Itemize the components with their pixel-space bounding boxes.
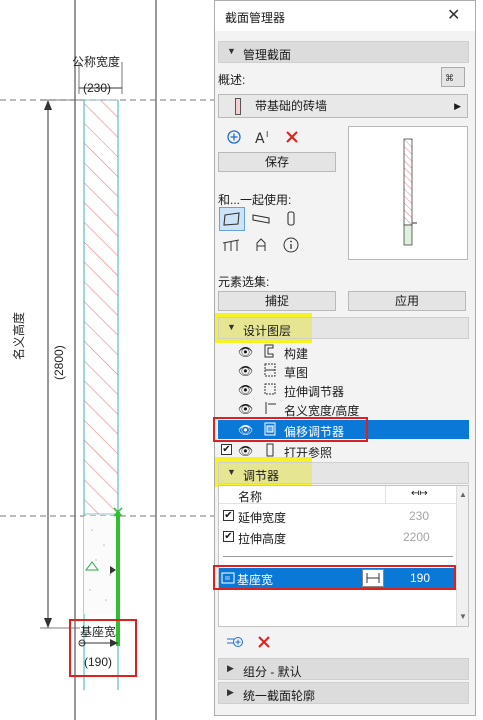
- base-width-row-highlight: [213, 565, 456, 590]
- svg-text:A: A: [255, 131, 265, 145]
- row-checkbox[interactable]: ✔: [223, 510, 234, 521]
- width-arrows-icon: ↤↦: [411, 488, 428, 499]
- base-width-highlight: [69, 619, 137, 677]
- expand-arrow-icon: ▶: [227, 687, 234, 697]
- profile-name: 带基础的砖墙: [255, 99, 328, 113]
- nominal-height-label: 名义高度: [12, 311, 26, 360]
- scroll-up-icon[interactable]: ▲: [459, 490, 467, 499]
- footing-body: [84, 516, 118, 614]
- collapse-arrow-icon: ▼: [227, 467, 236, 477]
- section-component-default[interactable]: ▶ 组分 - 默认: [218, 658, 469, 680]
- save-button[interactable]: 保存: [218, 152, 336, 172]
- railing-tool-icon[interactable]: [221, 235, 241, 255]
- column-tool-icon[interactable]: [281, 209, 301, 229]
- nominal-width-label: 公称宽度: [72, 55, 121, 69]
- expand-arrow-icon: ▶: [227, 663, 234, 673]
- profile-manager-panel: 截面管理器 ✕ ▼ 管理截面 概述: ⌘ 带基础的砖墙 ▶ AI 保存 和...…: [213, 0, 476, 716]
- eye-icon[interactable]: 👁: [238, 364, 253, 378]
- section-modifiers[interactable]: ▼ 调节器: [218, 462, 469, 484]
- svg-text:I: I: [266, 130, 268, 139]
- table-row[interactable]: ✔ 延伸宽度 230: [219, 506, 457, 526]
- add-modifier-icon[interactable]: [225, 633, 245, 651]
- nominal-width-value: (230): [83, 81, 112, 95]
- eye-icon[interactable]: 👁: [238, 383, 253, 397]
- info-icon[interactable]: [281, 235, 301, 255]
- capture-button[interactable]: 捕捉: [218, 291, 336, 311]
- profile-drawing-canvas[interactable]: 公称宽度 (230) 名义高度 (2800) 基座宽 (190): [0, 0, 214, 720]
- nominal-height-value: (2800): [52, 345, 66, 380]
- delete-icon[interactable]: [283, 128, 301, 146]
- sketch-layer-icon: [262, 362, 278, 381]
- stretch-modifier-layer-icon: [262, 381, 278, 400]
- eye-icon[interactable]: 👁: [238, 345, 253, 359]
- object-tool-icon[interactable]: [251, 235, 271, 255]
- eye-icon[interactable]: 👁: [238, 402, 253, 416]
- apply-button[interactable]: 应用: [348, 291, 466, 311]
- wall-body: [83, 99, 119, 515]
- close-icon[interactable]: ✕: [447, 5, 460, 25]
- offset-layer-highlight: [213, 417, 368, 442]
- key-edit-icon[interactable]: ⌘: [441, 67, 465, 87]
- collapse-arrow-icon: ▼: [227, 322, 236, 332]
- beam-tool-icon[interactable]: [251, 209, 271, 229]
- delete-modifier-icon[interactable]: [255, 633, 273, 651]
- layer-checkbox[interactable]: ✔: [221, 444, 232, 455]
- table-header: 名称 ↤↦: [219, 486, 457, 504]
- drawing-svg: [0, 0, 214, 720]
- layer-item[interactable]: 👁 拉伸调节器: [218, 380, 469, 399]
- section-unify-profile[interactable]: ▶ 统一截面轮廓: [218, 682, 469, 704]
- layer-item[interactable]: 👁 草图: [218, 361, 469, 380]
- row-checkbox[interactable]: ✔: [223, 531, 234, 542]
- table-scrollbar[interactable]: ▲ ▼: [456, 486, 468, 626]
- use-with-label: 和...一起使用:: [218, 193, 292, 207]
- collapse-arrow-icon: ▼: [227, 46, 236, 56]
- rename-icon[interactable]: AI: [253, 128, 275, 146]
- profile-selector[interactable]: 带基础的砖墙 ▶: [218, 94, 468, 118]
- layer-item[interactable]: 👁 构建: [218, 342, 469, 361]
- chevron-right-icon: ▶: [454, 101, 461, 111]
- add-profile-icon[interactable]: [225, 128, 243, 146]
- modifiers-table[interactable]: 名称 ↤↦ ✔ 延伸宽度 230 ✔ 拉伸高度 2200 基座宽 190 ▲ ▼: [218, 485, 469, 627]
- profile-preview: [348, 126, 468, 260]
- section-manage-profiles[interactable]: ▼ 管理截面: [218, 41, 469, 63]
- section-design-layers[interactable]: ▼ 设计图层: [218, 317, 469, 339]
- scroll-down-icon[interactable]: ▼: [459, 612, 467, 621]
- wall-tool-icon[interactable]: [219, 207, 245, 231]
- description-label: 概述:: [218, 73, 246, 87]
- panel-title: 截面管理器: [225, 11, 286, 25]
- element-set-label: 元素选集:: [218, 275, 270, 289]
- eye-icon[interactable]: 👁: [238, 444, 253, 458]
- structure-layer-icon: [262, 343, 278, 362]
- layer-item[interactable]: 👁 名义宽度/高度: [218, 399, 469, 418]
- wall-profile-icon: [235, 98, 241, 115]
- table-row[interactable]: ✔ 拉伸高度 2200: [219, 527, 457, 547]
- svg-text:⌘: ⌘: [445, 74, 454, 84]
- panel-titlebar: 截面管理器 ✕: [215, 1, 475, 31]
